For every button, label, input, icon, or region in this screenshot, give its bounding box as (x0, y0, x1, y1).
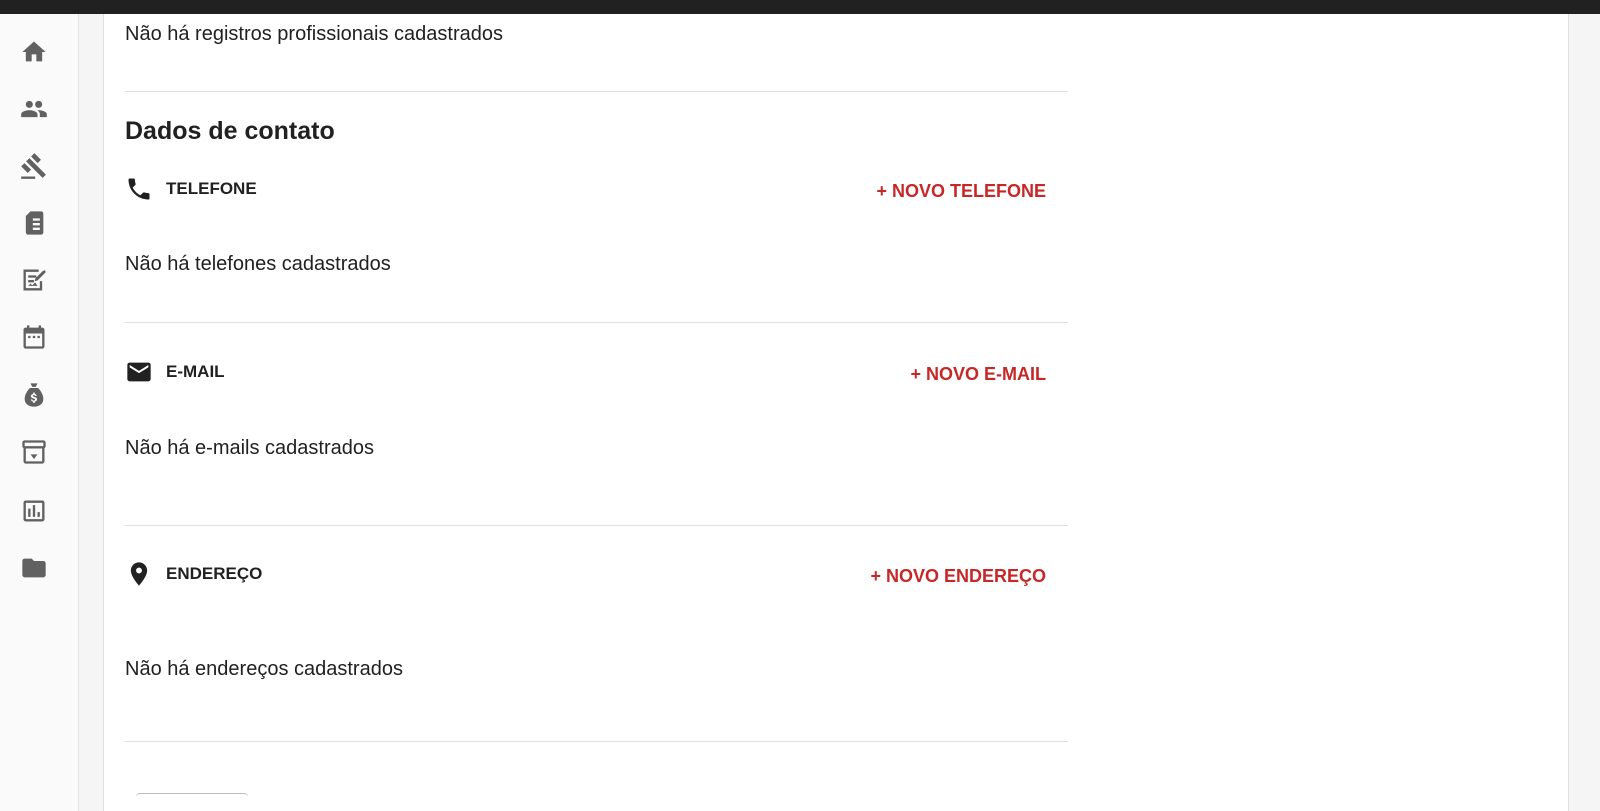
book-icon[interactable] (18, 207, 50, 239)
phone-icon (125, 175, 153, 203)
archive-icon[interactable] (18, 436, 50, 468)
divider (125, 525, 1068, 526)
contact-section-title: Dados de contato (125, 117, 335, 145)
addresses-empty-text: Não há endereços cadastrados (125, 658, 403, 680)
new-address-button[interactable]: + NOVO ENDEREÇO (870, 566, 1046, 587)
address-label: ENDEREÇO (166, 564, 263, 583)
location-pin-icon (125, 560, 153, 588)
edit-document-icon[interactable] (18, 264, 50, 296)
divider (125, 741, 1068, 742)
money-bag-icon[interactable] (18, 379, 50, 411)
phone-label: TELEFONE (166, 179, 257, 198)
sidebar (0, 14, 79, 811)
chart-icon[interactable] (18, 495, 50, 527)
emails-empty-text: Não há e-mails cadastrados (125, 437, 375, 459)
professional-records-empty-text: Não há registros profissionais cadastrad… (125, 23, 503, 45)
calendar-icon[interactable] (18, 321, 50, 353)
top-bar (0, 0, 1600, 14)
new-phone-button[interactable]: + NOVO TELEFONE (876, 181, 1046, 202)
divider (125, 322, 1068, 323)
email-icon (125, 358, 153, 386)
home-icon[interactable] (18, 36, 50, 68)
divider (125, 91, 1068, 92)
folder-icon[interactable] (18, 552, 50, 584)
person-detail-card: Não há registros profissionais cadastrad… (103, 14, 1569, 811)
people-icon[interactable] (18, 93, 50, 125)
gavel-icon[interactable] (18, 150, 50, 182)
partial-button[interactable] (136, 793, 248, 798)
new-email-button[interactable]: + NOVO E-MAIL (910, 364, 1046, 385)
email-label: E-MAIL (166, 362, 225, 381)
phones-empty-text: Não há telefones cadastrados (125, 253, 391, 275)
